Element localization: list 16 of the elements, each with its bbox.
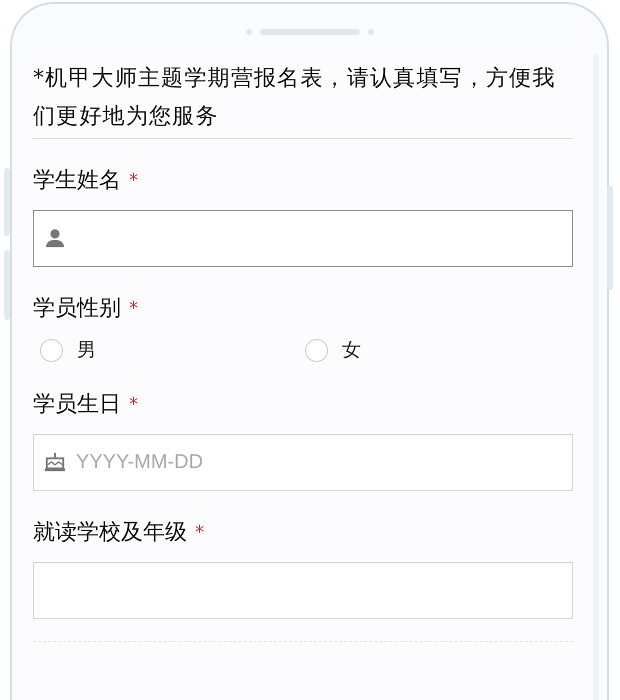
form-intro: *机甲大师主题学期营报名表，请认真填写，方便我们更好地为您服务 — [33, 60, 573, 139]
cake-icon — [44, 451, 66, 473]
radio-option[interactable]: 男 — [40, 337, 305, 363]
field-label: 学员性别 — [33, 295, 121, 323]
radio-button[interactable] — [40, 338, 63, 362]
field-label: 学生姓名 — [33, 167, 121, 195]
field-label: 学员生日 — [33, 391, 121, 419]
required-mark: * — [129, 298, 138, 318]
field-label: 就读学校及年级 — [33, 519, 187, 547]
required-mark: * — [129, 394, 138, 414]
required-mark: * — [129, 170, 138, 190]
required-mark: * — [195, 522, 204, 542]
person-icon — [44, 227, 66, 249]
input-field[interactable] — [33, 210, 573, 267]
radio-option[interactable]: 女 — [305, 337, 570, 363]
radio-button[interactable] — [305, 338, 328, 362]
